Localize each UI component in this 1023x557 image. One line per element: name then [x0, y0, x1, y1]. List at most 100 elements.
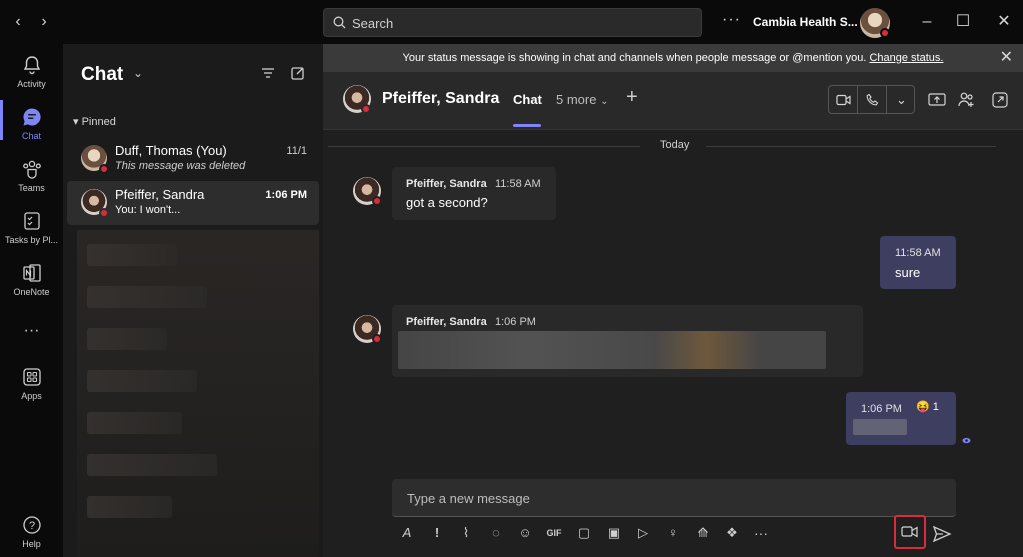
- conversation-pane: Your status message is showing in chat a…: [323, 44, 1023, 557]
- rail-label: Apps: [21, 391, 42, 401]
- loop-icon[interactable]: ◌: [485, 522, 507, 544]
- filter-icon[interactable]: [259, 64, 277, 82]
- message-time: 11:58 AM: [495, 178, 541, 190]
- message-bubble-incoming[interactable]: Pfeiffer, Sandra 1:06 PM: [392, 305, 863, 377]
- video-call-icon[interactable]: [829, 86, 858, 113]
- rail-item-apps[interactable]: Apps: [0, 366, 63, 401]
- close-icon[interactable]: ✕: [994, 12, 1014, 32]
- send-icon[interactable]: [931, 523, 953, 545]
- app-icon-2[interactable]: ❖: [721, 522, 743, 544]
- add-people-icon[interactable]: [956, 90, 976, 110]
- message-bubble-outgoing[interactable]: 11:58 AM sure: [880, 236, 956, 289]
- blurred-row: [87, 412, 182, 434]
- pinned-section-header[interactable]: ▾ Pinned: [73, 115, 116, 128]
- app-icon[interactable]: ⟰: [692, 522, 714, 544]
- change-status-link[interactable]: Change status.: [869, 52, 943, 64]
- presence-busy-icon: [99, 164, 109, 174]
- app-rail: Activity Chat Teams Tasks by Pl... OneNo…: [0, 44, 63, 557]
- presence-busy-icon: [880, 28, 890, 38]
- blurred-row: [87, 328, 167, 350]
- call-button-group: ⌄: [828, 85, 915, 114]
- teams-icon: [22, 160, 41, 179]
- chevron-down-icon[interactable]: ⌄: [887, 86, 916, 113]
- rail-label: OneNote: [13, 287, 50, 297]
- attach-icon[interactable]: ⌇: [455, 522, 477, 544]
- tab-chat[interactable]: Chat: [513, 92, 542, 107]
- svg-text:?: ?: [28, 520, 34, 532]
- chat-preview: You: I won't...: [115, 204, 181, 216]
- rail-item-onenote[interactable]: OneNote: [0, 262, 63, 297]
- rail-label: Chat: [21, 131, 41, 141]
- chevron-down-icon[interactable]: ⌄: [133, 66, 143, 80]
- maximize-icon[interactable]: ☐: [953, 12, 973, 32]
- rail-item-help[interactable]: ? Help: [0, 514, 63, 549]
- blurred-chat-list: [77, 230, 319, 557]
- onenote-icon: [22, 264, 41, 282]
- message-time: 11:58 AM: [895, 247, 941, 259]
- message-bubble-outgoing[interactable]: 1:06 PM 😝 1: [846, 392, 956, 445]
- divider-line: [706, 146, 996, 147]
- format-icon[interactable]: A: [396, 522, 418, 544]
- meet-now-button[interactable]: [894, 515, 926, 549]
- search-icon: [333, 16, 346, 29]
- chat-list-pane: Chat ⌄ ▾ Pinned Duff, Thomas (You) This …: [63, 44, 323, 557]
- message-sender: Pfeiffer, Sandra: [406, 178, 487, 190]
- bell-icon: [23, 56, 40, 75]
- blurred-row: [87, 286, 207, 308]
- blurred-row: [87, 370, 197, 392]
- help-icon: ?: [22, 516, 41, 534]
- schedule-meeting-icon[interactable]: ▣: [603, 522, 625, 544]
- sticker-icon[interactable]: ▢: [573, 522, 595, 544]
- pop-out-icon[interactable]: [990, 90, 1010, 110]
- audio-call-icon[interactable]: [858, 86, 887, 113]
- close-icon[interactable]: ✕: [1000, 44, 1013, 72]
- chat-preview: This message was deleted: [115, 160, 246, 172]
- presence-busy-icon: [372, 334, 382, 344]
- rail-label: Activity: [17, 79, 46, 89]
- praise-icon[interactable]: ♀: [662, 522, 684, 544]
- add-tab-button[interactable]: +: [626, 86, 638, 109]
- rail-item-activity[interactable]: Activity: [0, 54, 63, 89]
- share-screen-icon[interactable]: [927, 90, 947, 110]
- banner-text: Your status message is showing in chat a…: [402, 52, 867, 64]
- minimize-icon[interactable]: –: [917, 12, 937, 32]
- rail-item-tasks[interactable]: Tasks by Pl...: [0, 210, 63, 245]
- new-chat-icon[interactable]: [289, 64, 307, 82]
- tab-more-label: 5 more: [556, 92, 597, 107]
- chat-list-item-selected[interactable]: Pfeiffer, Sandra You: I won't... 1:06 PM: [67, 181, 319, 225]
- emoji-icon[interactable]: ☺: [514, 522, 536, 544]
- message-compose-box[interactable]: Type a new message: [392, 479, 956, 517]
- chat-list-item[interactable]: Duff, Thomas (You) This message was dele…: [67, 137, 319, 181]
- compose-placeholder: Type a new message: [407, 491, 530, 506]
- blurred-row: [87, 454, 217, 476]
- message-text: got a second?: [406, 195, 488, 210]
- rail-label: Teams: [18, 183, 45, 193]
- chat-header-name[interactable]: Pfeiffer, Sandra: [382, 90, 499, 108]
- tab-more[interactable]: 5 more ⌄: [556, 92, 608, 107]
- reaction-badge[interactable]: 😝 1: [916, 400, 939, 413]
- message-time: 1:06 PM: [495, 316, 536, 328]
- search-input[interactable]: Search: [323, 8, 702, 37]
- message-sender: Pfeiffer, Sandra: [406, 316, 487, 328]
- presence-busy-icon: [372, 196, 382, 206]
- status-banner: Your status message is showing in chat a…: [323, 44, 1023, 72]
- forward-chevron-icon[interactable]: ›: [34, 12, 54, 32]
- message-time: 1:06 PM: [861, 403, 902, 415]
- rail-item-teams[interactable]: Teams: [0, 158, 63, 193]
- gif-icon[interactable]: GIF: [543, 522, 565, 544]
- chat-list-title[interactable]: Chat: [81, 64, 123, 86]
- settings-more-button[interactable]: ···: [722, 11, 741, 29]
- stream-icon[interactable]: ▷: [632, 522, 654, 544]
- message-bubble-incoming[interactable]: Pfeiffer, Sandra 11:58 AM got a second?: [392, 167, 556, 220]
- pinned-label: Pinned: [81, 116, 116, 128]
- search-placeholder: Search: [352, 16, 394, 31]
- rail-more-apps[interactable]: ···: [0, 322, 63, 340]
- more-options-icon[interactable]: ···: [750, 522, 772, 544]
- important-icon[interactable]: !: [426, 522, 448, 544]
- rail-item-chat[interactable]: Chat: [0, 106, 63, 141]
- meet-now-icon: [901, 526, 918, 538]
- org-name[interactable]: Cambia Health S...: [753, 15, 858, 29]
- back-chevron-icon[interactable]: ‹: [8, 12, 28, 32]
- divider-line: [328, 146, 640, 147]
- chevron-down-icon: ⌄: [600, 96, 609, 107]
